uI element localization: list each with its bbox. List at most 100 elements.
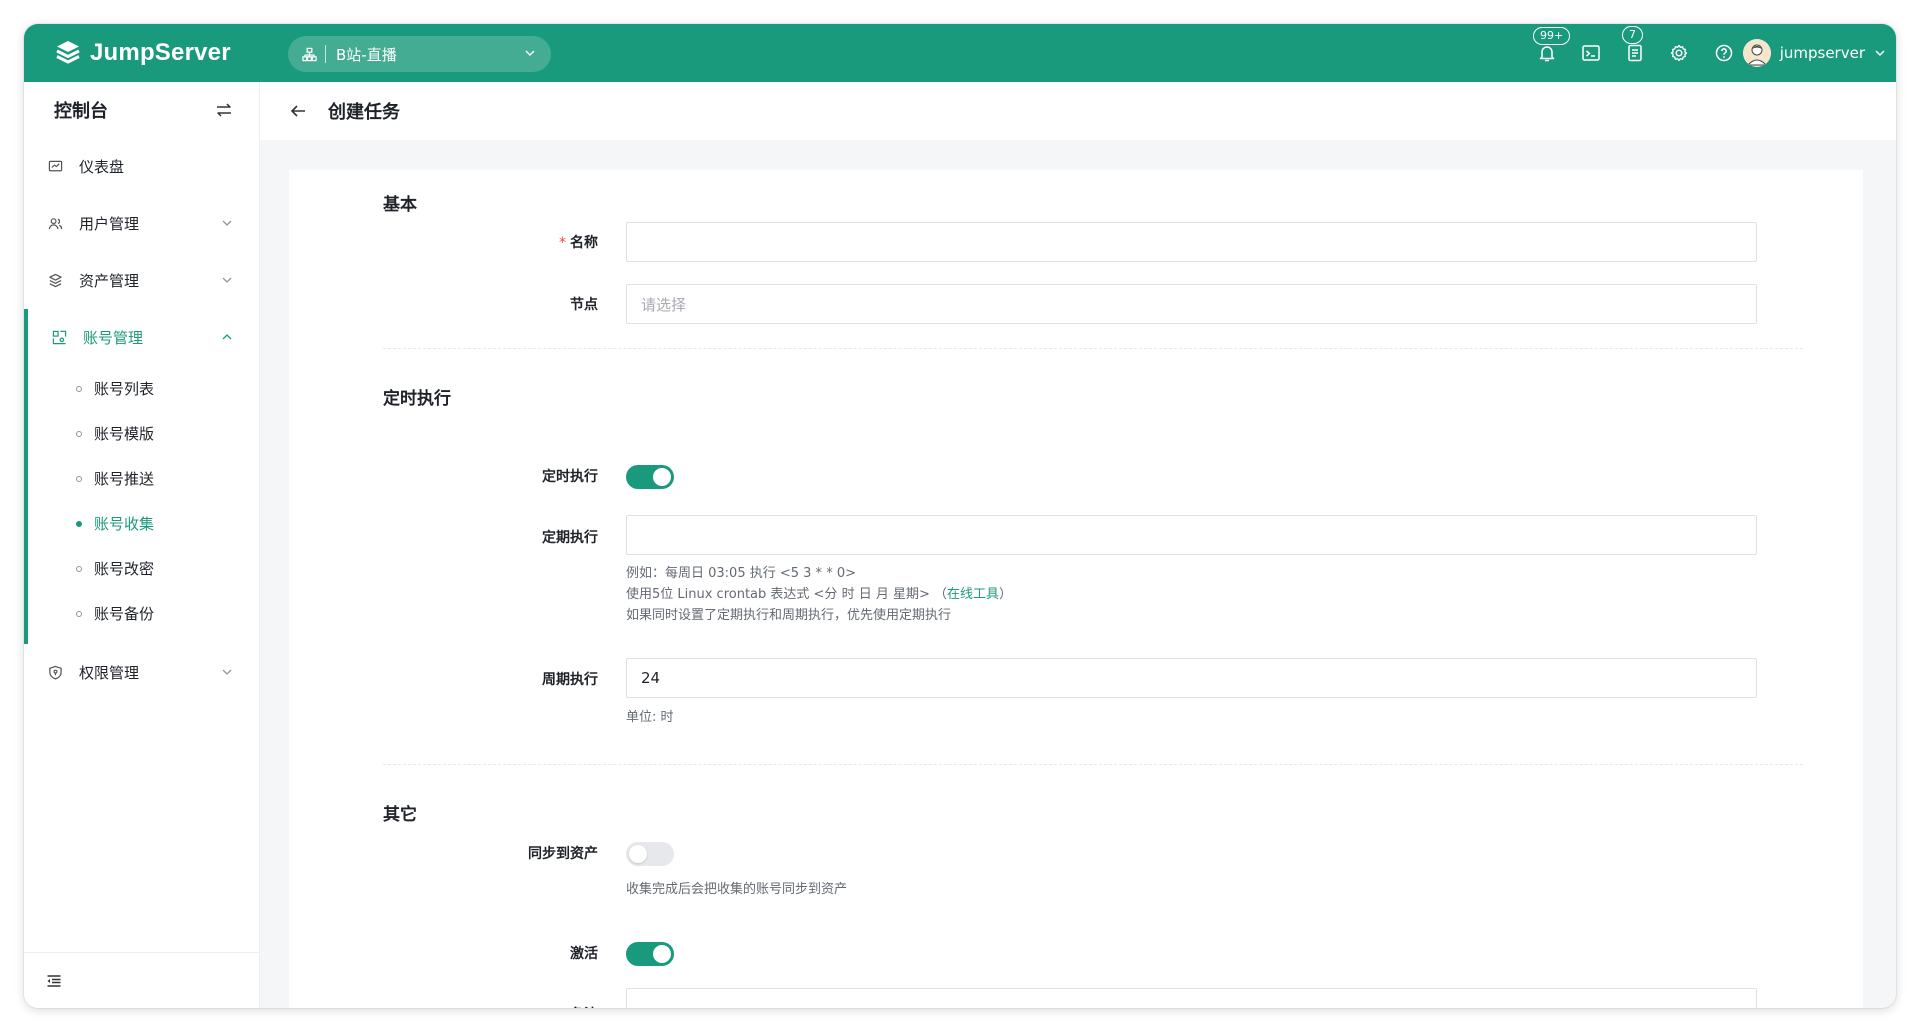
sidebar-item-label: 用户管理 bbox=[79, 215, 140, 233]
ticket-icon bbox=[1628, 44, 1642, 62]
crontab-help-format: 使用5位 Linux crontab 表达式 <分 时 日 月 星期> （在线工… bbox=[626, 584, 1012, 605]
chevron-down-icon bbox=[1875, 50, 1885, 56]
sidebar-item-label: 账号管理 bbox=[83, 329, 144, 347]
sidebar-item-dashboard[interactable]: 仪表盘 bbox=[24, 138, 259, 195]
name-label: * 名称 bbox=[383, 232, 598, 252]
logo-text: JumpServer bbox=[90, 39, 231, 66]
sidebar: 控制台 仪表盘 用户管理 资产管理 账号管理 账号列表 账号模版 账号推送 账号… bbox=[24, 82, 260, 1008]
users-icon bbox=[46, 215, 64, 233]
org-name: B站-直播 bbox=[336, 45, 397, 64]
active-toggle[interactable] bbox=[626, 942, 674, 966]
username: jumpserver bbox=[1779, 44, 1865, 62]
bullet-dot bbox=[76, 386, 82, 392]
sidebar-subitem-account-backup[interactable]: 账号备份 bbox=[24, 591, 259, 636]
name-input[interactable] bbox=[626, 222, 1757, 262]
section-title-schedule: 定时执行 bbox=[383, 389, 451, 409]
online-tool-link[interactable]: 在线工具 bbox=[947, 587, 999, 602]
notifications-badge: 99+ bbox=[1533, 27, 1571, 45]
sidebar-subitem-label: 账号收集 bbox=[94, 515, 155, 533]
logo[interactable]: JumpServer bbox=[54, 38, 231, 68]
sidebar-item-label: 仪表盘 bbox=[79, 158, 125, 176]
section-title-other: 其它 bbox=[383, 805, 417, 825]
terminal-icon bbox=[1582, 45, 1600, 61]
interval-input[interactable]: 24 bbox=[626, 658, 1757, 698]
comment-textarea[interactable] bbox=[626, 988, 1757, 1008]
sidebar-item-label: 权限管理 bbox=[79, 664, 140, 682]
section-divider bbox=[383, 764, 1803, 765]
sidebar-subitem-account-change-secret[interactable]: 账号改密 bbox=[24, 546, 259, 591]
crontab-help-format-text: 使用5位 Linux crontab 表达式 <分 时 日 月 星期> （ bbox=[626, 587, 947, 602]
bullet-dot bbox=[76, 611, 82, 617]
chevron-down-icon bbox=[222, 220, 232, 226]
sidebar-item-users[interactable]: 用户管理 bbox=[24, 195, 259, 252]
chevron-down-icon bbox=[222, 277, 232, 283]
bell-icon bbox=[1539, 46, 1555, 62]
top-bar: JumpServer B站-直播 99+ 7 jumpserver bbox=[24, 24, 1896, 82]
settings-button[interactable] bbox=[1667, 41, 1691, 65]
page-header: 创建任务 bbox=[260, 82, 1896, 140]
required-mark: * bbox=[559, 235, 566, 251]
section-divider bbox=[383, 348, 1803, 349]
interval-label: 周期执行 bbox=[542, 672, 598, 688]
tickets-badge: 7 bbox=[1622, 26, 1643, 44]
back-arrow-icon[interactable] bbox=[288, 101, 308, 121]
sidebar-subitem-label: 账号模版 bbox=[94, 425, 155, 443]
sidebar-subitem-label: 账号推送 bbox=[94, 470, 155, 488]
chevron-up-icon bbox=[222, 334, 232, 340]
crontab-help-format-suffix: ） bbox=[999, 587, 1013, 602]
sync-to-asset-help: 收集完成后会把收集的账号同步到资产 bbox=[626, 882, 848, 897]
bullet-dot bbox=[76, 521, 82, 527]
web-terminal-button[interactable] bbox=[1579, 41, 1603, 65]
chevron-down-icon bbox=[525, 50, 535, 57]
crontab-help-example: 例如：每周日 03:05 执行 <5 3 * * 0> bbox=[626, 566, 856, 581]
switch-view-icon[interactable] bbox=[215, 101, 233, 119]
sidebar-title: 控制台 bbox=[54, 101, 108, 122]
periodic-toggle-label: 定时执行 bbox=[542, 469, 598, 485]
comment-label: 备注 bbox=[383, 1004, 598, 1008]
bullet-dot bbox=[76, 431, 82, 437]
org-icon bbox=[302, 47, 317, 61]
sidebar-subitem-label: 账号列表 bbox=[94, 380, 155, 398]
org-select[interactable]: B站-直播 bbox=[288, 36, 551, 72]
assets-icon bbox=[46, 272, 64, 290]
sidebar-item-assets[interactable]: 资产管理 bbox=[24, 252, 259, 309]
sidebar-subitem-label: 账号改密 bbox=[94, 560, 155, 578]
permission-icon bbox=[46, 664, 64, 682]
avatar bbox=[1742, 39, 1771, 67]
crontab-label: 定期执行 bbox=[542, 530, 598, 546]
crontab-input[interactable] bbox=[626, 515, 1757, 555]
form-card: 基本 * 名称 节点 请选择 定时执行 定时执行 定期执行 例如：每周日 03:0… bbox=[289, 170, 1863, 1008]
sidebar-footer bbox=[24, 952, 259, 1008]
org-separator bbox=[325, 45, 326, 63]
crontab-help-priority: 如果同时设置了定期执行和周期执行，优先使用定期执行 bbox=[626, 608, 952, 623]
sidebar-subitem-account-list[interactable]: 账号列表 bbox=[24, 366, 259, 411]
sidebar-item-permissions[interactable]: 权限管理 bbox=[24, 644, 259, 701]
node-label: 节点 bbox=[570, 297, 598, 313]
sidebar-item-label: 资产管理 bbox=[79, 272, 140, 290]
sidebar-group-accounts: 账号管理 账号列表 账号模版 账号推送 账号收集 账号改密 账号备份 bbox=[24, 309, 259, 644]
sidebar-header: 控制台 bbox=[24, 82, 259, 138]
sidebar-subitem-account-template[interactable]: 账号模版 bbox=[24, 411, 259, 456]
sidebar-subitem-label: 账号备份 bbox=[94, 605, 155, 623]
active-label: 激活 bbox=[570, 946, 598, 962]
jumpserver-logo-icon bbox=[56, 41, 80, 64]
page-title: 创建任务 bbox=[328, 102, 400, 123]
help-button[interactable] bbox=[1712, 41, 1736, 65]
app-window: JumpServer B站-直播 99+ 7 jumpserver 控制台 仪表… bbox=[24, 24, 1896, 1008]
sidebar-subitem-account-push[interactable]: 账号推送 bbox=[24, 456, 259, 501]
dashboard-icon bbox=[46, 158, 64, 176]
sidebar-item-accounts[interactable]: 账号管理 bbox=[24, 309, 259, 366]
tickets-button[interactable] bbox=[1623, 41, 1647, 65]
sidebar-subitem-account-gather[interactable]: 账号收集 bbox=[24, 501, 259, 546]
sync-to-asset-label: 同步到资产 bbox=[528, 846, 598, 862]
periodic-toggle[interactable] bbox=[626, 465, 674, 489]
bullet-dot bbox=[76, 566, 82, 572]
help-icon bbox=[1715, 44, 1733, 62]
user-menu[interactable]: jumpserver bbox=[1742, 39, 1886, 67]
chevron-down-icon bbox=[222, 669, 232, 675]
collapse-menu-icon[interactable] bbox=[46, 973, 62, 989]
accounts-icon bbox=[50, 329, 68, 347]
sync-to-asset-toggle[interactable] bbox=[626, 842, 674, 866]
node-select[interactable]: 请选择 bbox=[626, 284, 1757, 324]
